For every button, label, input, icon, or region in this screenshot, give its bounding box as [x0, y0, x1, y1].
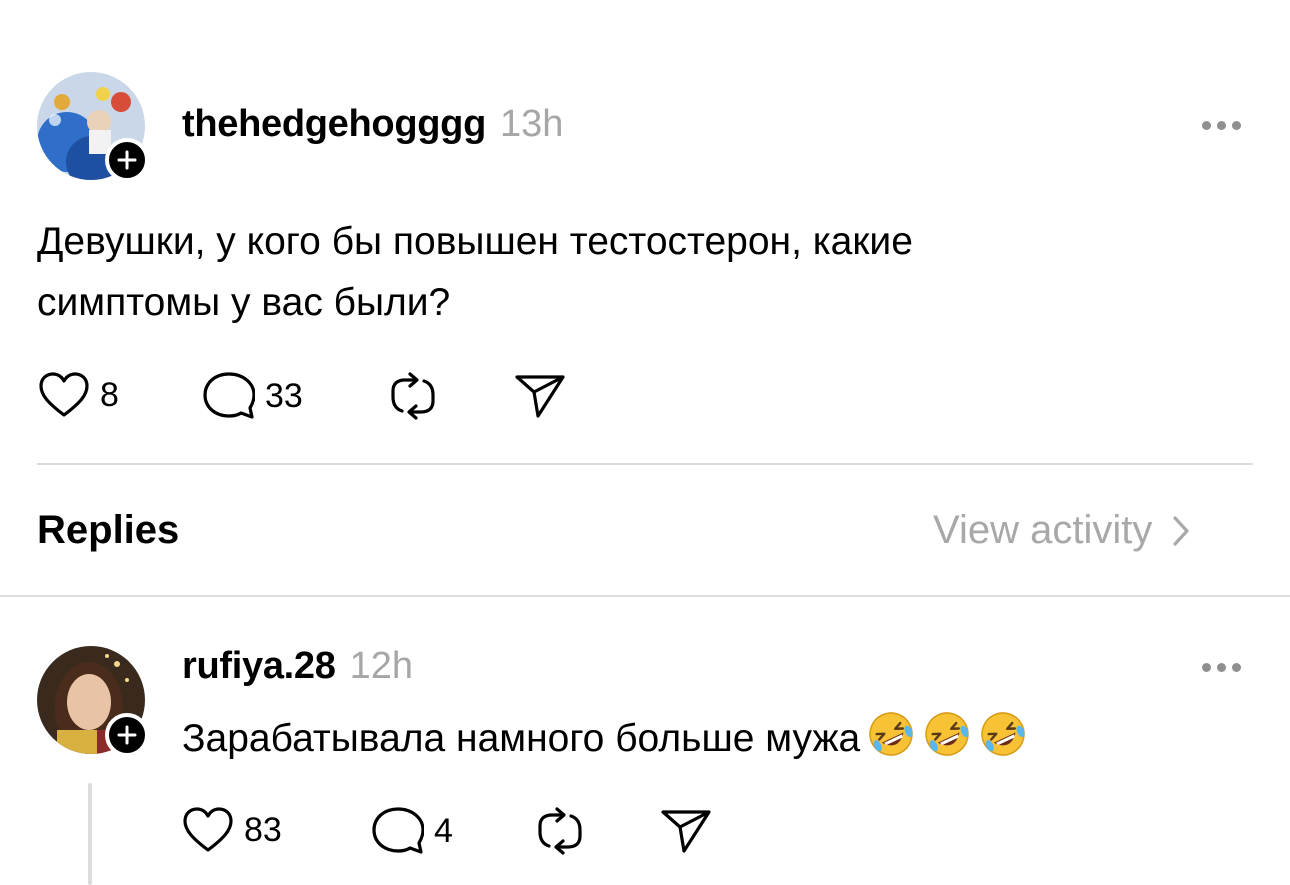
reply-header: rufiya.28 12h	[182, 645, 413, 688]
reply-username[interactable]: rufiya.28	[182, 645, 336, 688]
post-comment-count: 33	[265, 376, 303, 415]
replies-divider	[0, 595, 1290, 597]
reply-comment-button[interactable]: 4	[372, 806, 453, 856]
post-comment-button[interactable]: 33	[203, 371, 303, 421]
send-icon	[515, 375, 565, 418]
post-like-button[interactable]: 8	[38, 371, 119, 419]
post-share-button[interactable]	[514, 373, 566, 419]
reply-more-button[interactable]	[1202, 663, 1241, 672]
reply-follow-button[interactable]	[105, 713, 149, 757]
heart-icon	[39, 372, 89, 417]
heart-icon	[183, 807, 233, 852]
rolling-on-floor-laughing-emoji	[981, 712, 1025, 756]
rolling-on-floor-laughing-emoji	[869, 712, 913, 756]
reply-like-count: 83	[244, 810, 282, 849]
view-activity-label: View activity	[933, 508, 1153, 552]
replies-heading: Replies	[37, 508, 180, 552]
reply-repost-button[interactable]	[535, 806, 585, 856]
more-dot	[1232, 663, 1241, 672]
post: thehedgehogggg 13h Девушки, у кого бы по…	[0, 0, 1290, 470]
post-divider	[37, 463, 1253, 465]
comment-bubble-icon	[372, 807, 424, 854]
post-username[interactable]: thehedgehogggg	[182, 103, 486, 146]
reply-comment-count: 4	[434, 811, 453, 850]
repost-icon	[391, 372, 435, 420]
comment-bubble-icon	[203, 372, 255, 419]
more-dot	[1217, 121, 1226, 130]
view-activity-link[interactable]: View activity	[933, 508, 1192, 553]
more-dot	[1232, 121, 1241, 130]
post-body: Девушки, у кого бы повышен тестостерон, …	[37, 211, 1237, 333]
plus-icon	[117, 725, 137, 745]
post-timestamp: 13h	[499, 103, 564, 145]
post-text-line-1: Девушки, у кого бы повышен тестостерон, …	[37, 220, 913, 263]
post-text-line-2: симптомы у вас были?	[37, 281, 451, 324]
more-dots-icon	[1202, 121, 1211, 130]
send-icon	[661, 810, 711, 853]
post-more-button[interactable]	[1202, 121, 1241, 130]
thread-line	[88, 783, 92, 885]
reply-body: Зарабатывала намного больше мужа	[182, 708, 1028, 769]
plus-icon	[117, 150, 137, 170]
reply-like-button[interactable]: 83	[182, 806, 282, 854]
post-header: thehedgehogggg 13h	[182, 103, 563, 146]
follow-button[interactable]	[105, 138, 149, 182]
more-dots-icon	[1202, 663, 1211, 672]
reply-emojis	[860, 712, 1028, 760]
rolling-on-floor-laughing-emoji	[925, 712, 969, 756]
more-dot	[1217, 663, 1226, 672]
chevron-right-icon	[1173, 515, 1189, 546]
reply-share-button[interactable]	[660, 808, 712, 854]
reply-text: Зарабатывала намного больше мужа	[182, 717, 861, 760]
reply-timestamp: 12h	[349, 645, 414, 687]
repost-icon	[538, 807, 582, 855]
post-like-count: 8	[100, 375, 119, 414]
post-repost-button[interactable]	[388, 371, 438, 421]
